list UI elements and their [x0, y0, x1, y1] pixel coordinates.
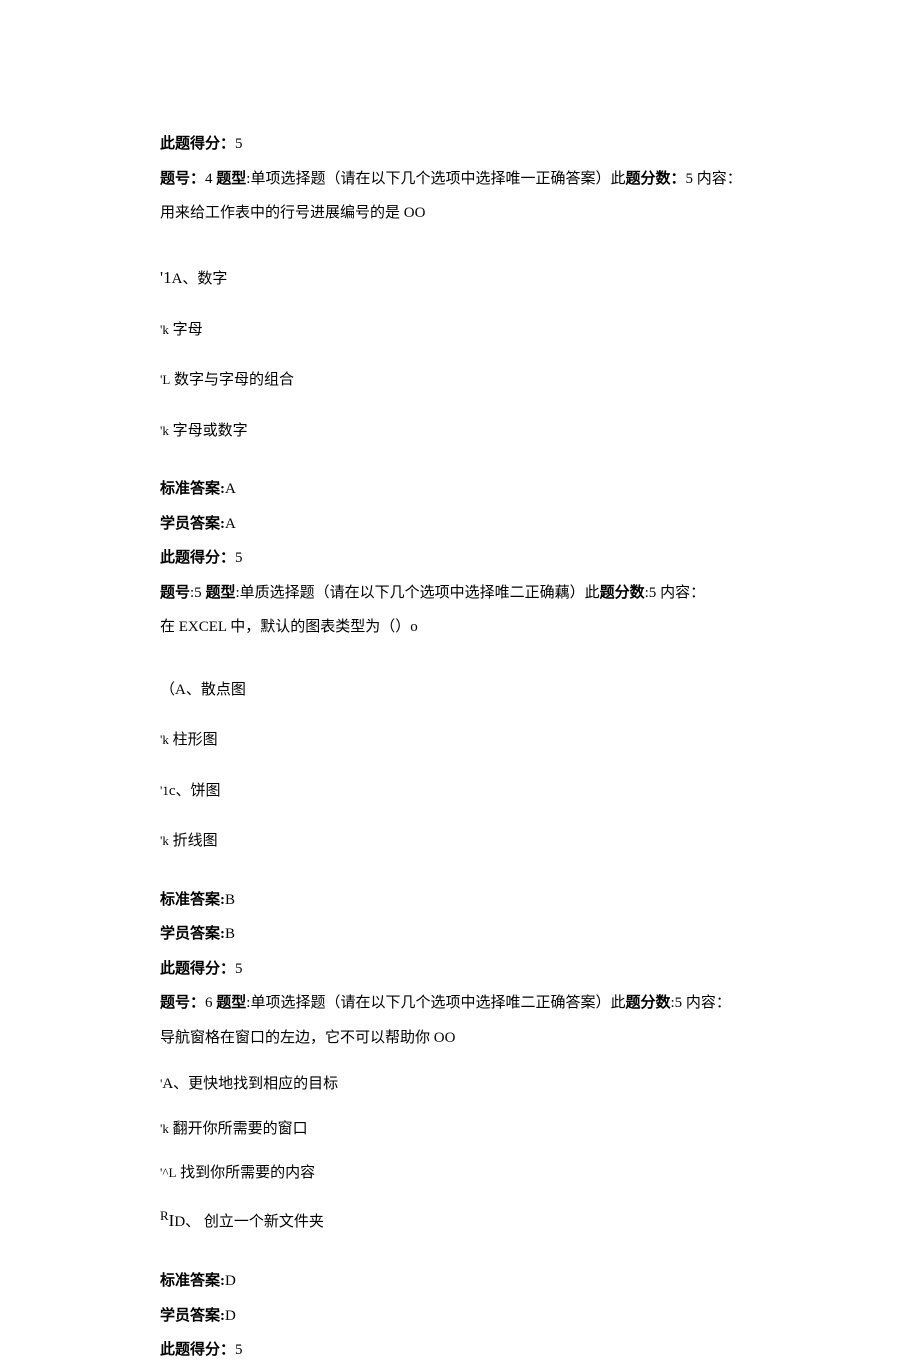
q6-stu-value: D	[225, 1308, 236, 1324]
q6-a-text: A、更快地找到相应的目标	[162, 1076, 338, 1092]
q4-std-value: A	[225, 481, 236, 497]
q5-score-label2: 此题得分：	[160, 961, 235, 977]
q6-std-value: D	[225, 1273, 236, 1289]
q5-stu-label: 学员答案:	[160, 926, 225, 942]
q6-std-answer: 标准答案:D	[160, 1267, 760, 1296]
q6-score-label: 题分数	[625, 995, 670, 1011]
q4-score-value: 5	[235, 550, 243, 566]
q4-header: 题号：4 题型:单项选择题（请在以下几个选项中选择唯一正确答案）此题分数：5 内…	[160, 165, 760, 194]
q5-std-value: B	[225, 892, 235, 908]
q4-score-label2: 此题得分：	[160, 550, 235, 566]
q4-num: 4	[205, 171, 213, 187]
q5-c-prefix: '1	[160, 783, 169, 798]
q6-num: 6	[205, 995, 213, 1011]
q5-option-b: 'k 柱形图	[160, 726, 760, 755]
q4-student-answer: 学员答案:A	[160, 510, 760, 539]
q6-option-d: RID、 创立一个新文件夹	[160, 1204, 760, 1237]
q5-std-label: 标准答案:	[160, 892, 225, 908]
q4-a-text: A、数字	[172, 271, 228, 287]
q4-option-c: 'L 数字与字母的组合	[160, 366, 760, 395]
q6-option-a: 'A、更快地找到相应的目标	[160, 1070, 760, 1099]
q3-score-label: 此题得分：	[160, 136, 235, 152]
q4-score-line: 此题得分：5	[160, 544, 760, 573]
q5-score-value: 5	[235, 961, 243, 977]
q6-option-c: '^L 找到你所需要的内容	[160, 1159, 760, 1188]
q5-std-answer: 标准答案:B	[160, 886, 760, 915]
q5-num-label: 题号	[160, 585, 190, 601]
q4-stu-value: A	[225, 516, 236, 532]
q6-content-label: 内容：	[686, 995, 731, 1011]
q6-option-b: 'k 翻开你所需要的窗口	[160, 1115, 760, 1144]
q6-b-text: 翻开你所需要的窗口	[173, 1121, 308, 1137]
q4-score-label: 题分数：	[625, 171, 685, 187]
q5-student-answer: 学员答案:B	[160, 920, 760, 949]
q4-num-label: 题号：	[160, 171, 205, 187]
q6-score-line: 此题得分：5	[160, 1336, 760, 1365]
q5-option-c: '1c、饼图	[160, 777, 760, 806]
q4-type-label: 题型	[216, 171, 246, 187]
q5-stu-value: B	[225, 926, 235, 942]
q4-content-label: 内容：	[697, 171, 742, 187]
q4-std-answer: 标准答案:A	[160, 475, 760, 504]
q5-d-prefix: 'k	[160, 833, 169, 848]
q5-b-text: 柱形图	[173, 732, 218, 748]
q4-std-label: 标准答案:	[160, 481, 225, 497]
q5-header: 题号:5 题型:单质选择题（请在以下几个选项中选择唯二正确藕）此题分数:5 内容…	[160, 579, 760, 608]
q5-score-label: 题分数	[600, 585, 645, 601]
q6-stu-label: 学员答案:	[160, 1308, 225, 1324]
q5-body: 在 EXCEL 中，默认的图表类型为（）o	[160, 613, 760, 642]
q5-content-label: 内容：	[660, 585, 705, 601]
q4-option-a: '1A、数字	[160, 262, 760, 294]
q6-score-header: :5	[670, 995, 682, 1011]
q6-c-prefix: '^L	[160, 1165, 176, 1180]
q6-c-text: 找到你所需要的内容	[180, 1165, 315, 1181]
q6-b-prefix: 'k	[160, 1121, 169, 1136]
q5-a-prefix: （	[160, 682, 175, 698]
q5-option-a: （A、散点图	[160, 676, 760, 705]
q4-option-b: 'k 字母	[160, 316, 760, 345]
q6-type: :单项选择题（请在以下几个选项中选择唯二正确答案）此	[246, 995, 625, 1011]
q5-type-label: 题型	[205, 585, 235, 601]
q4-d-text: 字母或数字	[173, 423, 248, 439]
q5-c-text: c、饼图	[169, 783, 221, 799]
q6-body: 导航窗格在窗口的左边，它不可以帮助你 OO	[160, 1024, 760, 1053]
q4-stu-label: 学员答案:	[160, 516, 225, 532]
q5-b-prefix: 'k	[160, 732, 169, 747]
q4-c-prefix: 'L	[160, 372, 170, 387]
q5-type: :单质选择题（请在以下几个选项中选择唯二正确藕）此	[235, 585, 599, 601]
q6-score-value: 5	[235, 1342, 243, 1358]
q5-score-line: 此题得分：5	[160, 955, 760, 984]
q6-num-label: 题号：	[160, 995, 205, 1011]
q6-d-text: D、 创立一个新文件夹	[174, 1214, 324, 1230]
q6-score-label2: 此题得分：	[160, 1342, 235, 1358]
q4-b-text: 字母	[173, 322, 203, 338]
q4-score-header: 5	[685, 171, 693, 187]
q4-d-prefix: 'k	[160, 423, 169, 438]
q3-score-line: 此题得分：5	[160, 130, 760, 159]
q3-score-value: 5	[235, 136, 243, 152]
q6-type-label: 题型	[216, 995, 246, 1011]
q6-student-answer: 学员答案:D	[160, 1302, 760, 1331]
q4-option-d: 'k 字母或数字	[160, 417, 760, 446]
q5-a-text: A、散点图	[175, 682, 246, 698]
q4-type: :单项选择题（请在以下几个选项中选择唯一正确答案）此	[246, 171, 625, 187]
q6-std-label: 标准答案:	[160, 1273, 225, 1289]
q6-d-sup: R	[160, 1208, 169, 1223]
q5-d-text: 折线图	[173, 833, 218, 849]
q6-header: 题号：6 题型:单项选择题（请在以下几个选项中选择唯二正确答案）此题分数:5 内…	[160, 989, 760, 1018]
q4-a-prefix: '1	[160, 268, 172, 287]
q5-score-header: :5	[645, 585, 657, 601]
q4-b-prefix: 'k	[160, 322, 169, 337]
q4-c-text: 数字与字母的组合	[174, 372, 294, 388]
q4-body: 用来给工作表中的行号进展编号的是 OO	[160, 199, 760, 228]
q5-num: :5	[190, 585, 202, 601]
q5-option-d: 'k 折线图	[160, 827, 760, 856]
